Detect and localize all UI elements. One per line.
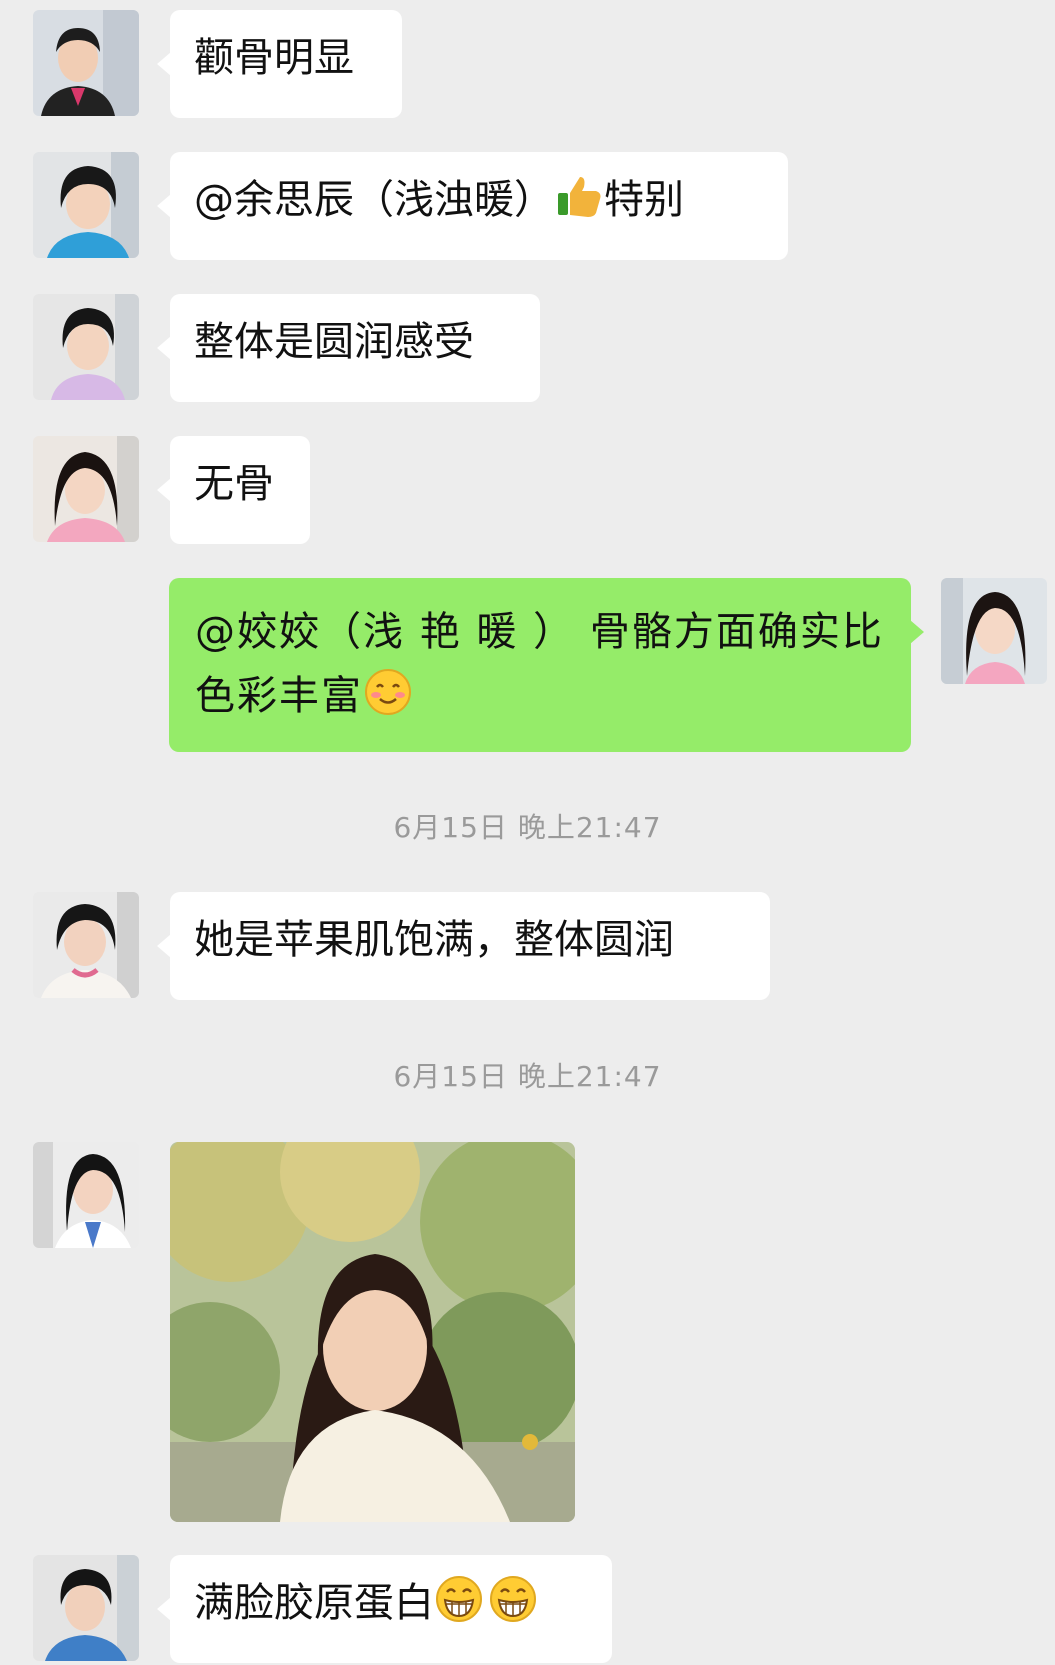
- message-bubble[interactable]: 整体是圆润感受: [157, 294, 540, 402]
- message-text: 无骨: [194, 461, 274, 507]
- avatar[interactable]: [33, 436, 139, 542]
- message-text: 她是苹果肌饱满，整体圆润: [194, 917, 674, 963]
- avatar[interactable]: [33, 10, 139, 116]
- message-bubble[interactable]: @余思辰（浅浊暖） 特别: [157, 152, 788, 260]
- avatar[interactable]: [33, 892, 139, 998]
- message-text: @余思辰（浅浊暖）: [194, 177, 554, 223]
- grinning-face-icon: [434, 1574, 484, 1624]
- grinning-face-icon: [488, 1574, 538, 1624]
- message-bubble[interactable]: 颧骨明显: [157, 10, 402, 118]
- avatar[interactable]: [33, 294, 139, 400]
- avatar[interactable]: [33, 152, 139, 258]
- message-text: 特别: [604, 177, 684, 223]
- message-bubble-outgoing[interactable]: @姣姣（浅 艳 暖 ） 骨骼方面确实比色彩丰富: [169, 578, 924, 752]
- message-bubble[interactable]: 她是苹果肌饱满，整体圆润: [157, 892, 770, 1000]
- message-text: 颧骨明显: [194, 35, 354, 81]
- timestamp: 6月15日 晚上21:47: [393, 811, 662, 844]
- message-text: 整体是圆润感受: [194, 319, 474, 365]
- message-text: @姣姣（浅 艳 暖 ） 骨骼方面确实比色彩丰富: [195, 609, 884, 719]
- message-bubble[interactable]: 满脸胶原蛋白: [157, 1555, 612, 1663]
- blushing-smile-icon: [363, 667, 413, 717]
- avatar[interactable]: [941, 578, 1047, 684]
- avatar[interactable]: [33, 1142, 139, 1248]
- shared-photo[interactable]: [170, 1142, 575, 1522]
- message-bubble[interactable]: 无骨: [157, 436, 310, 544]
- timestamp: 6月15日 晚上21:47: [393, 1060, 662, 1093]
- thumbs-up-icon: [554, 171, 604, 221]
- avatar[interactable]: [33, 1555, 139, 1661]
- message-text: 满脸胶原蛋白: [194, 1580, 434, 1626]
